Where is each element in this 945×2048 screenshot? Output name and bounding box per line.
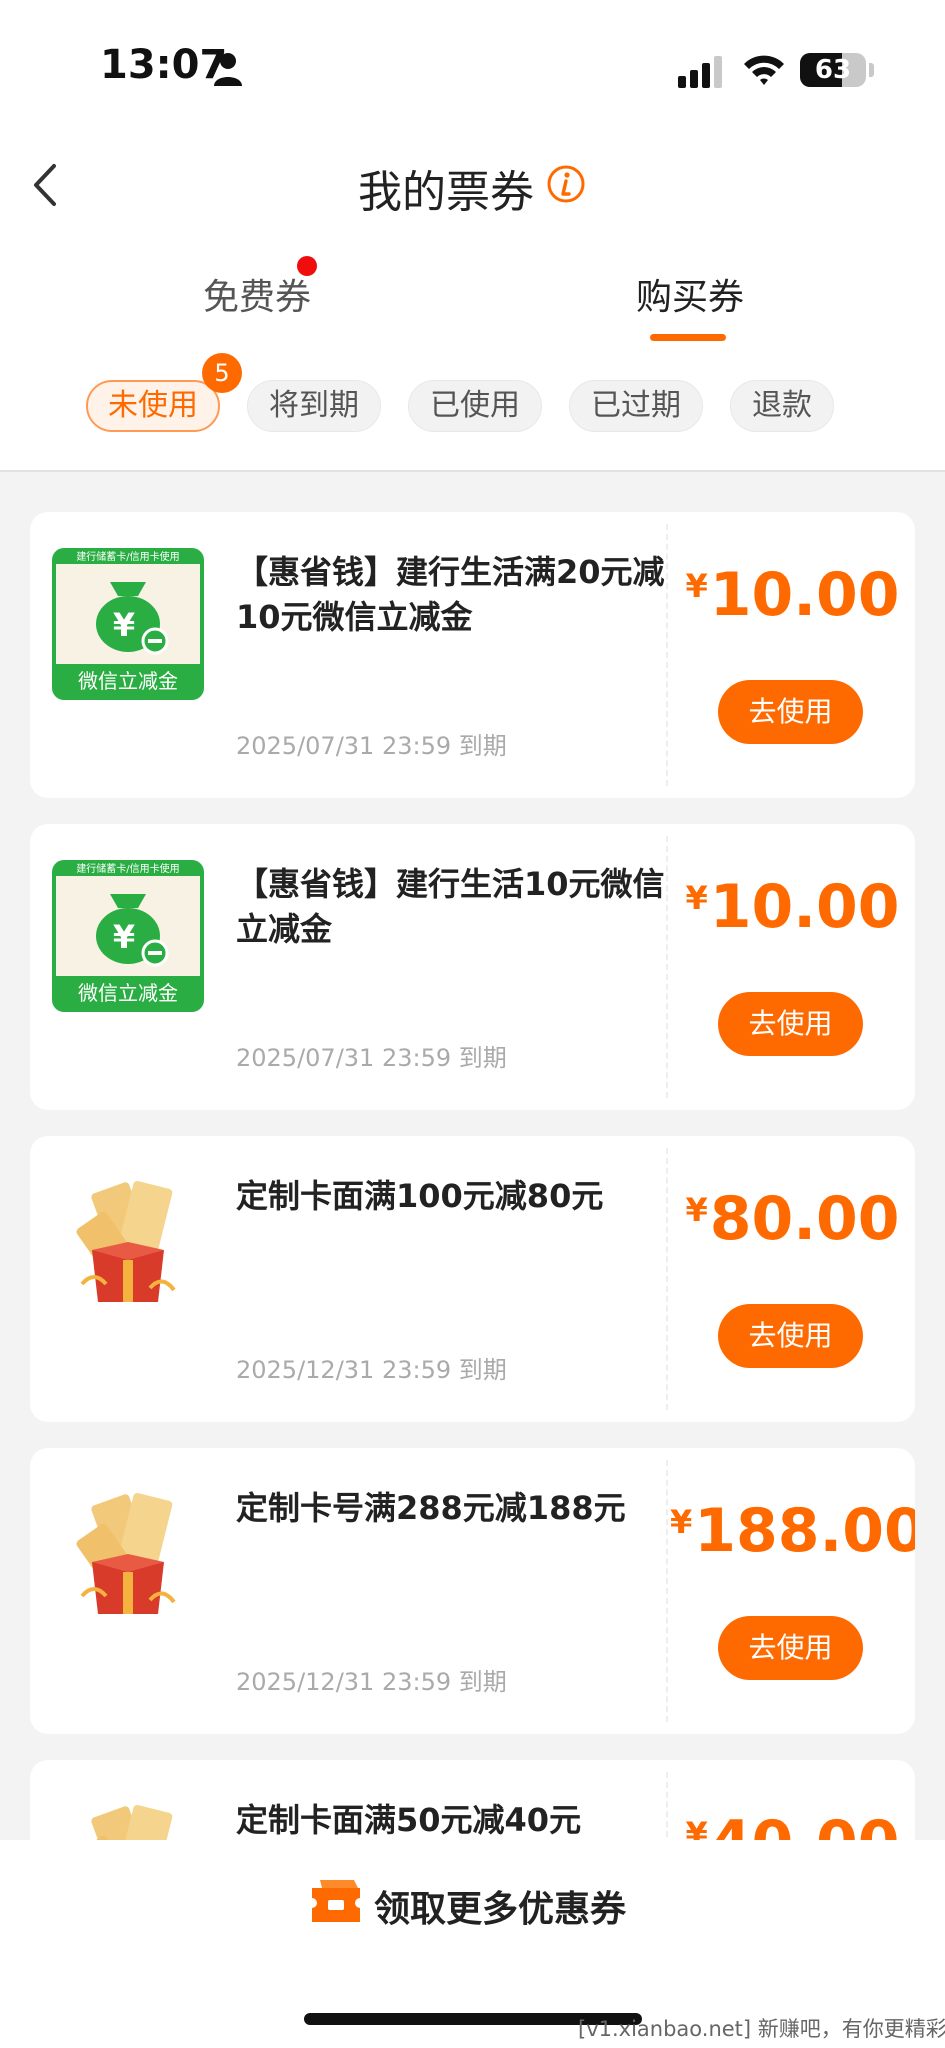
active-tab-indicator [650, 334, 726, 341]
filter-used[interactable]: 已使用 [408, 380, 542, 432]
coupon-expiry: 2025/07/31 23:59 到期 [236, 1044, 507, 1072]
filter-refund[interactable]: 退款 [730, 380, 834, 432]
coupon-expiry: 2025/07/31 23:59 到期 [236, 732, 507, 760]
battery-percentage: 63 [814, 55, 852, 85]
gift-box-icon [76, 1492, 176, 1614]
currency-symbol: ¥ [685, 567, 708, 605]
currency-symbol: ¥ [685, 879, 708, 917]
coupon-ticket-icon[interactable] [310, 1878, 362, 1924]
amount-value: 80.00 [709, 1184, 900, 1254]
filter-expired[interactable]: 已过期 [569, 380, 703, 432]
battery-indicator: 63 [800, 53, 866, 87]
thumb-top-label: 建行储蓄卡/信用卡使用 [76, 862, 179, 875]
currency-symbol: ¥ [685, 1191, 708, 1229]
coupon-title: 【惠省钱】建行生活10元微信立减金 [236, 865, 665, 948]
person-icon [214, 53, 242, 86]
watermark-text: [v1.xianbao.net] 新赚吧，有你更精彩！ [578, 2017, 945, 2041]
filter-expiring[interactable]: 将到期 [247, 380, 381, 432]
coupon-title: 【惠省钱】建行生活满20元减10元微信立减金 [236, 553, 665, 636]
use-button[interactable]: 去使用 [718, 992, 863, 1056]
battery-cap [869, 63, 874, 77]
coupon-expiry: 2025/12/31 23:59 到期 [236, 1356, 507, 1384]
card-separator [666, 1460, 668, 1722]
thumb-top-label: 建行储蓄卡/信用卡使用 [76, 550, 179, 563]
amount-value: 10.00 [709, 872, 900, 942]
page-title: 我的票券 [358, 167, 534, 218]
use-button[interactable]: 去使用 [718, 1304, 863, 1368]
coupon-title: 定制卡号满288元减188元 [236, 1489, 626, 1527]
use-button[interactable]: 去使用 [718, 1616, 863, 1680]
coupon-amount: ¥188.00 [670, 1496, 915, 1566]
money-bag-icon: 建行储蓄卡/信用卡使用 ¥ 微信立减金 [52, 860, 204, 1012]
coupon-expiry: 2025/12/31 23:59 到期 [236, 1668, 507, 1696]
coupon-title: 定制卡面满50元减40元 [236, 1801, 582, 1839]
back-arrow-icon[interactable] [26, 160, 66, 210]
svg-text:¥: ¥ [113, 606, 135, 644]
card-separator [666, 524, 668, 786]
coupon-card[interactable]: 定制卡面满100元减80元 2025/12/31 23:59 到期 ¥80.00… [30, 1136, 915, 1422]
unused-count-badge: 5 [202, 353, 242, 393]
coupon-amount: ¥10.00 [670, 872, 915, 942]
svg-text:¥: ¥ [113, 918, 135, 956]
card-separator [666, 836, 668, 1098]
gift-box-icon [76, 1180, 176, 1302]
signal-icon [678, 56, 722, 88]
amount-value: 188.00 [694, 1496, 915, 1566]
coupon-amount: ¥10.00 [670, 560, 915, 630]
currency-symbol: ¥ [670, 1503, 693, 1541]
filter-unused[interactable]: 未使用 [86, 380, 220, 432]
thumb-bottom-label: 微信立减金 [78, 981, 178, 1005]
use-button[interactable]: 去使用 [718, 680, 863, 744]
thumb-bottom-label: 微信立减金 [78, 669, 178, 693]
notification-dot [297, 256, 317, 276]
coupon-card[interactable]: 定制卡号满288元减188元 2025/12/31 23:59 到期 ¥188.… [30, 1448, 915, 1734]
status-time: 13:07 [100, 42, 228, 88]
coupon-amount: ¥80.00 [670, 1184, 915, 1254]
coupon-card[interactable]: 建行储蓄卡/信用卡使用 ¥ 微信立减金 【惠省钱】建行生活满20元减10元微信立… [30, 512, 915, 798]
money-bag-icon: 建行储蓄卡/信用卡使用 ¥ 微信立减金 [52, 548, 204, 700]
tab-purchased-coupons[interactable]: 购买券 [636, 268, 744, 320]
amount-value: 10.00 [709, 560, 900, 630]
get-more-coupons-link[interactable]: 领取更多优惠券 [374, 1880, 626, 1932]
tab-free-coupons[interactable]: 免费券 [203, 268, 311, 320]
wifi-icon [744, 55, 784, 85]
coupon-card[interactable]: 建行储蓄卡/信用卡使用 ¥ 微信立减金 【惠省钱】建行生活10元微信立减金 20… [30, 824, 915, 1110]
card-separator [666, 1148, 668, 1410]
coupon-title: 定制卡面满100元减80元 [236, 1177, 604, 1215]
info-icon[interactable] [546, 164, 586, 204]
header-divider [0, 470, 945, 472]
